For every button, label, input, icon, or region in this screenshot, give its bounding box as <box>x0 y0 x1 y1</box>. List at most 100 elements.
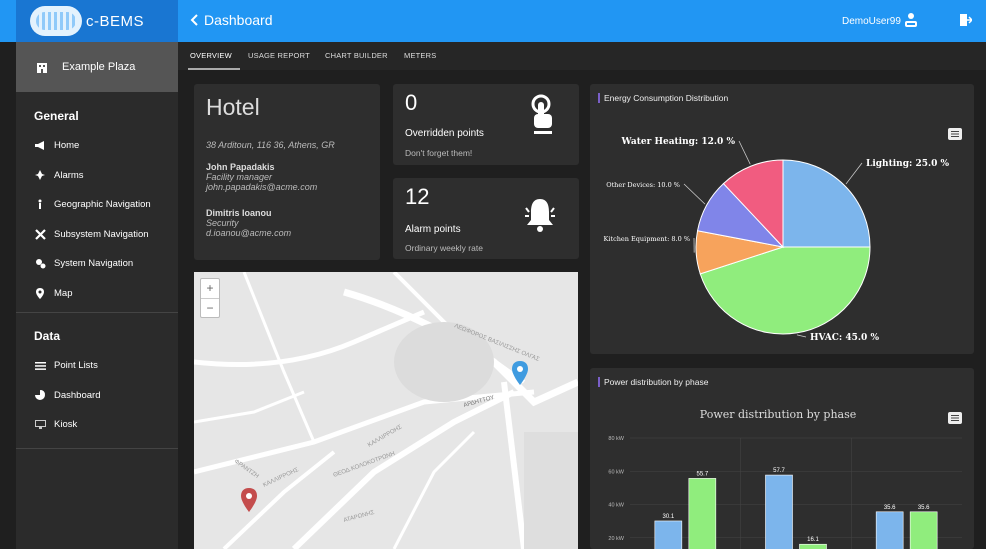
active-tab-indicator <box>188 68 240 70</box>
map-marker-blue-icon[interactable] <box>512 361 528 385</box>
bell-icon <box>525 199 555 232</box>
pie-chart-icon <box>34 389 46 401</box>
pie-data-label: Other Devices: 10.0 % <box>606 181 680 189</box>
alarm-icon <box>34 169 46 181</box>
bar[interactable] <box>909 511 938 549</box>
sidebar-section-data: Data <box>34 329 61 343</box>
bar[interactable] <box>799 543 827 549</box>
y-tick-label: 40 kW <box>608 503 624 509</box>
stat-subtext: Ordinary weekly rate <box>405 243 483 253</box>
contact-1: John Papadakis Facility manager john.pap… <box>206 162 317 192</box>
bar-data-label: 35.6 <box>918 505 930 511</box>
tab-meters[interactable]: METERS <box>404 51 436 60</box>
contact-email[interactable]: d.ioanou@acme.com <box>206 228 291 238</box>
zoom-control: + − <box>200 278 220 318</box>
top-bar: c-BEMS Dashboard DemoUser99 <box>0 0 986 42</box>
sidebar-item-label: Alarms <box>54 169 84 181</box>
contact-name: John Papadakis <box>206 162 275 172</box>
pie-data-label: HVAC: 45.0 % <box>810 333 879 343</box>
back-button[interactable]: Dashboard <box>190 12 273 28</box>
sidebar-item-kiosk[interactable]: Kiosk <box>16 410 178 440</box>
bar[interactable] <box>875 511 904 549</box>
hotel-info-card: Hotel 38 Arditoun, 116 36, Athens, GR Jo… <box>194 84 380 260</box>
stat-value: 12 <box>405 184 430 209</box>
pie-slice-lighting[interactable] <box>782 159 871 248</box>
sidebar-item-subsystem-navigation[interactable]: Subsystem Navigation <box>16 220 178 250</box>
energy-distribution-panel: Energy Consumption Distribution Lighting… <box>590 84 974 354</box>
cloud-logo-icon <box>30 6 82 36</box>
sidebar-item-dashboard[interactable]: Dashboard <box>16 381 178 411</box>
cogs-icon <box>34 258 46 270</box>
sidebar-item-label: Home <box>54 140 80 152</box>
bar-data-label: 30.1 <box>662 514 674 520</box>
sidebar-item-point-lists[interactable]: Point Lists <box>16 351 178 381</box>
site-selector[interactable]: Example Plaza <box>16 42 178 92</box>
overridden-points-card[interactable]: 0 Overridden points Don't forget them! <box>393 84 579 165</box>
contact-name: Dimitris Ioanou <box>206 208 272 218</box>
hotel-title: Hotel <box>206 94 260 120</box>
sidebar-item-home[interactable]: Home <box>16 131 178 161</box>
contact-2: Dimitris Ioanou Security d.ioanou@acme.c… <box>206 208 291 238</box>
alarm-points-card[interactable]: 12 Alarm points Ordinary weekly rate <box>393 178 579 259</box>
pie-connector <box>845 162 863 185</box>
sidebar-item-label: Map <box>54 287 73 299</box>
zoom-in-button[interactable]: + <box>201 279 219 299</box>
user-icon[interactable] <box>904 12 918 28</box>
stat-label: Overridden points <box>405 128 484 139</box>
pie-data-label: Lighting: 25.0 % <box>866 159 950 169</box>
megaphone-icon <box>34 140 46 152</box>
list-icon <box>34 360 46 372</box>
tab-overview[interactable]: OVERVIEW <box>190 51 232 60</box>
pie-connector <box>683 183 706 205</box>
exit-icon[interactable] <box>960 13 972 27</box>
panel-title: Energy Consumption Distribution <box>598 93 728 103</box>
brand-name: c-BEMS <box>86 12 145 30</box>
pie-chart: Lighting: 25.0 % HVAC: 45.0 % Kitchen Equi… <box>604 137 950 343</box>
contact-role: Facility manager <box>206 172 273 182</box>
bar-chart: Power distribution by phase 20 kW 40 kW 60 … <box>608 408 962 549</box>
power-distribution-panel: Power distribution by phase Power distri… <box>590 368 974 549</box>
contact-email[interactable]: john.papadakis@acme.com <box>206 182 317 192</box>
logo[interactable]: c-BEMS <box>16 0 178 42</box>
sidebar-item-label: Dashboard <box>54 389 101 401</box>
tab-bar: OVERVIEW USAGE REPORT CHART BUILDER METE… <box>178 42 986 70</box>
sidebar-item-label: Geographic Navigation <box>54 199 151 211</box>
sidebar-item-geographic-navigation[interactable]: Geographic Navigation <box>16 190 178 220</box>
pie-connector <box>738 140 751 165</box>
site-name: Example Plaza <box>62 61 136 73</box>
sidebar-section-general: General <box>34 109 79 123</box>
sidebar: Example Plaza General Home Alarms Geogra… <box>16 42 178 549</box>
y-tick-label: 20 kW <box>608 536 624 542</box>
zoom-out-button[interactable]: − <box>201 299 219 318</box>
sidebar-item-label: System Navigation <box>54 258 134 270</box>
sidebar-item-label: Point Lists <box>54 360 98 372</box>
bar-data-label: 55.7 <box>696 471 708 477</box>
sidebar-item-label: Subsystem Navigation <box>54 228 149 240</box>
sidebar-item-map[interactable]: Map <box>16 279 178 309</box>
building-icon <box>37 63 47 73</box>
username[interactable]: DemoUser99 <box>842 16 901 27</box>
pie-data-label: Water Heating: 12.0 % <box>621 137 736 147</box>
desktop-icon <box>34 419 46 431</box>
y-tick-label: 80 kW <box>608 436 624 442</box>
bar-data-label: 57.7 <box>773 468 785 474</box>
panel-title: Power distribution by phase <box>598 377 708 387</box>
sidebar-divider <box>16 447 178 449</box>
stat-subtext: Don't forget them! <box>405 148 473 158</box>
contact-role: Security <box>206 218 239 228</box>
map-marker-icon <box>34 287 46 299</box>
map-view[interactable]: ΛΕΩΦΟΡΟΣ ΒΑΣΙΛΙΣΣΗΣ ΟΛΓΑΣ ΑΡΔΗΤΤΟΥ ΚΑΛΛΙ… <box>194 272 578 549</box>
sidebar-item-alarms[interactable]: Alarms <box>16 161 178 191</box>
sidebar-item-label: Kiosk <box>54 419 78 431</box>
bar[interactable] <box>765 474 793 549</box>
map-marker-red-icon[interactable] <box>241 488 257 512</box>
bar-data-label: 16.1 <box>807 537 819 543</box>
stat-value: 0 <box>405 90 418 115</box>
chevron-left-icon <box>190 14 198 26</box>
tab-usage-report[interactable]: USAGE REPORT <box>248 51 310 60</box>
bar[interactable] <box>654 520 683 549</box>
tab-chart-builder[interactable]: CHART BUILDER <box>325 51 388 60</box>
bar[interactable] <box>688 478 717 549</box>
sidebar-item-system-navigation[interactable]: System Navigation <box>16 249 178 279</box>
stat-label: Alarm points <box>405 224 461 235</box>
